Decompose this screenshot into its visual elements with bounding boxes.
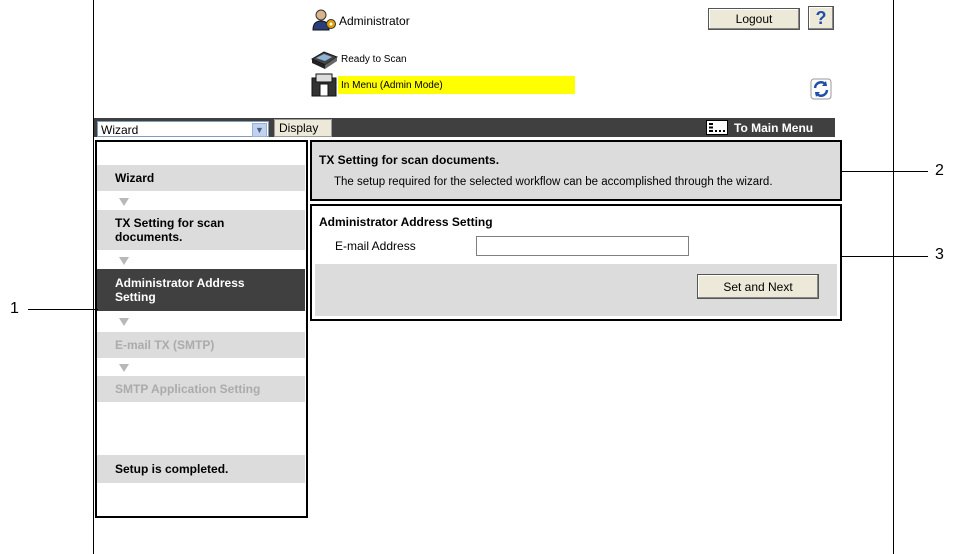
- callout-line-2: [842, 171, 928, 172]
- scanner-icon: [310, 49, 339, 69]
- admin-user-icon: [311, 9, 337, 31]
- wizard-step-admin-address: Administrator Address Setting: [97, 269, 305, 311]
- wizard-step-email-tx: E-mail TX (SMTP): [97, 332, 305, 358]
- wizard-step-smtp-app: SMTP Application Setting: [97, 376, 305, 402]
- wizard-steps-panel: Wizard TX Setting for scan documents. Ad…: [95, 140, 308, 518]
- main-menu-link[interactable]: To Main Menu: [706, 120, 830, 136]
- mode-select-value: Wizard: [101, 123, 139, 137]
- wizard-step-label: Setup is completed.: [115, 462, 229, 476]
- callout-label-1: 1: [10, 300, 19, 317]
- page-frame-right: [893, 0, 894, 554]
- info-description: The setup required for the selected work…: [334, 176, 773, 188]
- callout-line-1: [28, 309, 98, 310]
- wizard-step-label: Administrator Address Setting: [115, 276, 245, 304]
- wizard-step-completed: Setup is completed.: [97, 455, 305, 483]
- step-arrow-icon: [119, 257, 129, 265]
- main-menu-label: To Main Menu: [734, 121, 814, 135]
- status-mode: In Menu (Admin Mode): [341, 80, 443, 91]
- wizard-step-label: E-mail TX (SMTP): [115, 338, 215, 352]
- display-button[interactable]: Display: [274, 119, 332, 137]
- address-form-panel: Administrator Address Setting E-mail Add…: [310, 204, 842, 321]
- page-frame-left: [93, 0, 94, 554]
- refresh-icon[interactable]: [810, 78, 832, 100]
- wizard-step-label: SMTP Application Setting: [115, 382, 261, 396]
- status-ready: Ready to Scan: [341, 54, 407, 65]
- set-and-next-button[interactable]: Set and Next: [697, 274, 819, 299]
- info-panel: TX Setting for scan documents. The setup…: [310, 140, 842, 201]
- callout-line-3: [842, 256, 928, 257]
- logout-button[interactable]: Logout: [708, 8, 800, 30]
- wizard-step-tx-setting: TX Setting for scan documents.: [97, 210, 305, 250]
- wizard-step-label: TX Setting for scan documents.: [115, 216, 225, 244]
- step-arrow-icon: [119, 318, 129, 326]
- form-title: Administrator Address Setting: [319, 215, 493, 229]
- help-button[interactable]: ?: [808, 6, 834, 30]
- email-address-input[interactable]: [476, 236, 689, 256]
- main-menu-icon: [706, 120, 728, 135]
- wizard-step-wizard: Wizard: [97, 165, 305, 191]
- help-icon: ?: [815, 7, 827, 28]
- info-title: TX Setting for scan documents.: [319, 153, 500, 167]
- email-label: E-mail Address: [335, 239, 416, 253]
- scanner-menu-icon: [310, 72, 338, 98]
- callout-label-2: 2: [935, 162, 944, 179]
- wizard-step-label: Wizard: [115, 171, 155, 185]
- step-arrow-icon: [119, 364, 129, 372]
- step-arrow-icon: [119, 198, 129, 206]
- chevron-down-icon: ▼: [252, 123, 267, 137]
- callout-label-3: 3: [935, 246, 944, 263]
- user-label: Administrator: [339, 14, 410, 28]
- mode-select[interactable]: Wizard ▼: [97, 121, 269, 137]
